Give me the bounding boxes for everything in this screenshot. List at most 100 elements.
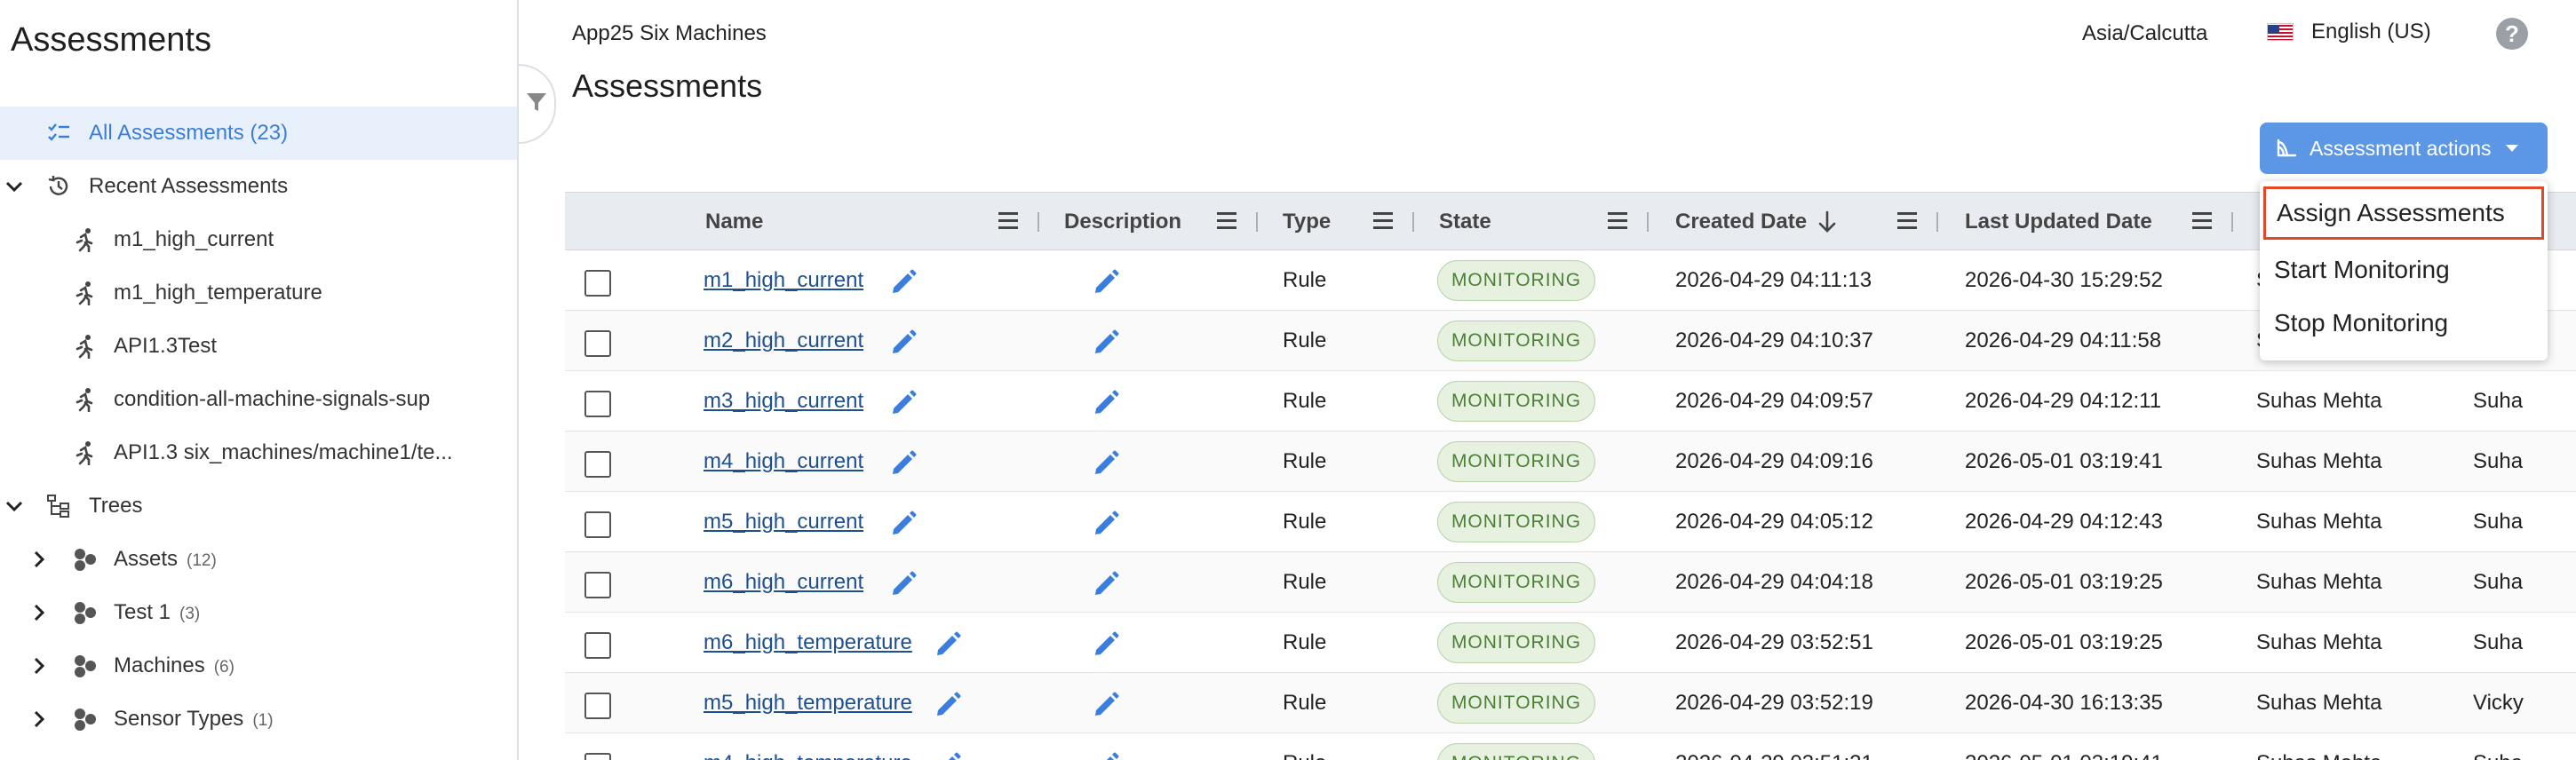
updated-date-cell: 2026-04-29 04:12:11 (1965, 389, 2162, 413)
edit-description-icon[interactable] (1091, 266, 1121, 297)
assessment-name-link[interactable]: m3_high_current (704, 389, 863, 414)
edit-description-icon[interactable] (1091, 568, 1121, 598)
column-header-last-updated-date[interactable]: Last Updated Date (1965, 193, 2152, 251)
type-cell: Rule (1283, 691, 1327, 715)
chevron-right-icon[interactable] (30, 657, 48, 675)
recent-item[interactable]: condition-all-machine-signals-sup (0, 373, 517, 426)
assessment-name-link[interactable]: m5_high_current (704, 510, 863, 534)
recent-item[interactable]: API1.3Test (0, 320, 517, 373)
table-row[interactable]: m6_high_current Rule MONITORING 2026-04-29 … (565, 552, 2576, 613)
edit-description-icon[interactable] (1091, 689, 1121, 719)
assessment-name-link[interactable]: m2_high_current (704, 329, 863, 353)
sidebar-section-trees[interactable]: Trees (0, 479, 517, 533)
edit-name-icon[interactable] (888, 327, 918, 357)
edit-name-icon[interactable] (933, 689, 963, 719)
column-menu-icon[interactable] (998, 212, 1018, 230)
edit-name-icon[interactable] (888, 447, 918, 478)
row-checkbox[interactable] (584, 270, 611, 297)
table-row[interactable]: m4_high_current Rule MONITORING 2026-04-29 … (565, 431, 2576, 492)
column-menu-icon[interactable] (1897, 212, 1917, 230)
row-checkbox[interactable] (584, 451, 611, 478)
column-header-type[interactable]: Type (1283, 193, 1331, 251)
menu-item-start-monitoring[interactable]: Start Monitoring (2260, 243, 2548, 297)
table-row[interactable]: m5_high_temperature Rule MONITORING 2026-04… (565, 673, 2576, 733)
type-cell: Rule (1283, 630, 1327, 654)
table-row[interactable]: m6_high_temperature Rule MONITORING 2026-04… (565, 613, 2576, 673)
recent-item[interactable]: m1_high_temperature (0, 266, 517, 320)
assessment-name-link[interactable]: m6_high_current (704, 570, 863, 595)
row-checkbox[interactable] (584, 693, 611, 719)
column-separator[interactable] (1647, 212, 1649, 232)
column-separator[interactable] (1936, 212, 1938, 232)
sidebar-section-recent[interactable]: Recent Assessments (0, 160, 517, 213)
row-checkbox[interactable] (584, 511, 611, 538)
chevron-right-icon[interactable] (30, 710, 48, 728)
table-row[interactable]: m3_high_current Rule MONITORING 2026-04-29 … (565, 371, 2576, 431)
help-icon[interactable]: ? (2496, 18, 2528, 50)
tree-item[interactable]: Sensor Types (1) (0, 693, 517, 746)
edit-description-icon[interactable] (1091, 327, 1121, 357)
column-separator[interactable] (1038, 212, 1039, 232)
chevron-right-icon[interactable] (30, 604, 48, 621)
chevron-down-icon[interactable] (5, 497, 23, 515)
column-menu-icon[interactable] (1217, 212, 1236, 230)
column-separator[interactable] (1256, 212, 1258, 232)
recent-item[interactable]: m1_high_current (0, 213, 517, 266)
page-title: Assessments (572, 67, 763, 104)
state-badge: MONITORING (1437, 502, 1595, 542)
chevron-down-icon[interactable] (5, 178, 23, 195)
edit-description-icon[interactable] (1091, 447, 1121, 478)
tree-item[interactable]: Machines (6) (0, 639, 517, 693)
nodes-icon (73, 547, 98, 572)
edit-name-icon[interactable] (888, 508, 918, 538)
edit-description-icon[interactable] (1091, 387, 1121, 417)
filter-toggle-button[interactable] (519, 64, 556, 144)
column-menu-icon[interactable] (1608, 212, 1627, 230)
table-row[interactable]: m4_high_temperature Rule MONITORING 2026-04… (565, 733, 2576, 760)
menu-item-assign-assessments[interactable]: Assign Assessments (2263, 186, 2544, 240)
language-selector[interactable]: English (US) (2267, 20, 2431, 44)
column-menu-icon[interactable] (2192, 212, 2212, 230)
column-header-state[interactable]: State (1439, 193, 1491, 251)
edit-name-icon[interactable] (888, 568, 918, 598)
column-header-description[interactable]: Description (1064, 193, 1181, 251)
column-separator[interactable] (1412, 212, 1414, 232)
row-checkbox[interactable] (584, 753, 611, 760)
row-checkbox[interactable] (584, 330, 611, 357)
edit-description-icon[interactable] (1091, 629, 1121, 659)
column-separator[interactable] (2231, 212, 2233, 232)
menu-item-stop-monitoring[interactable]: Stop Monitoring (2260, 297, 2548, 350)
assessment-name-link[interactable]: m5_high_temperature (704, 691, 912, 716)
row-checkbox[interactable] (584, 572, 611, 598)
assessment-name-link[interactable]: m4_high_current (704, 449, 863, 474)
edit-description-icon[interactable] (1091, 508, 1121, 538)
edit-name-icon[interactable] (933, 629, 963, 659)
assessment-actions-button[interactable]: Assessment actions (2260, 123, 2548, 174)
sidebar-section-label: Recent Assessments (89, 174, 289, 198)
chevron-right-icon[interactable] (30, 550, 48, 568)
timezone-selector[interactable]: Asia/Calcutta (2082, 21, 2207, 46)
column-header-name[interactable]: Name (705, 193, 763, 251)
column-header-created-date[interactable]: Created Date (1675, 193, 1807, 251)
edit-name-icon[interactable] (888, 387, 918, 417)
tree-hierarchy-icon (46, 494, 71, 519)
tree-item[interactable]: Assets (12) (0, 533, 517, 586)
updated-date-cell: 2026-05-01 03:19:41 (1965, 449, 2163, 473)
edit-name-icon[interactable] (933, 749, 963, 760)
edit-description-icon[interactable] (1091, 749, 1121, 760)
edit-name-icon[interactable] (888, 266, 918, 297)
sidebar: Assessments All Assessments (23) Recent … (0, 0, 519, 760)
assessment-name-link[interactable]: m6_high_temperature (704, 630, 912, 655)
row-checkbox[interactable] (584, 391, 611, 417)
tree-item[interactable]: Test 1 (3) (0, 586, 517, 639)
nodes-icon (73, 600, 98, 625)
recent-item[interactable]: API1.3 six_machines/machine1/te... (0, 426, 517, 479)
assessment-name-link[interactable]: m1_high_current (704, 268, 863, 293)
table-row[interactable]: m5_high_current Rule MONITORING 2026-04-29 … (565, 492, 2576, 552)
assessment-name-link[interactable]: m4_high_temperature (704, 751, 912, 760)
column-menu-icon[interactable] (1373, 212, 1393, 230)
created-by-cell: Suhas Mehta (2256, 733, 2381, 760)
row-checkbox[interactable] (584, 632, 611, 659)
sidebar-item-all-assessments[interactable]: All Assessments (23) (0, 107, 517, 160)
sort-descending-icon[interactable] (1817, 210, 1837, 238)
